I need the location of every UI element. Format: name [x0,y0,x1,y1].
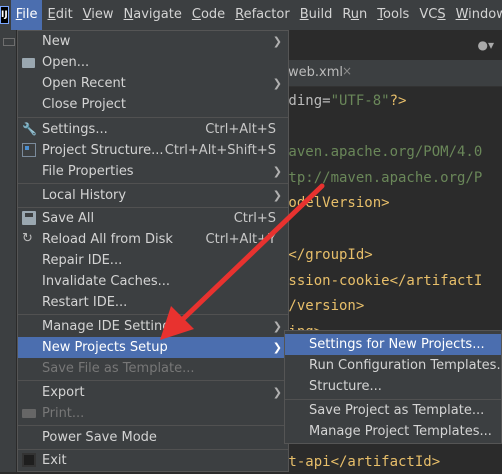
menu-separator [18,314,288,315]
app-logo-icon: IJ [0,6,9,24]
submenu-item-settings-new-projects[interactable]: Settings for New Projects... [285,334,501,355]
code-line: ttp://maven.apache.org/P [280,170,483,186]
menu-item-settings[interactable]: 🔧 Settings... Ctrl+Alt+S [18,119,288,140]
wrench-icon: 🔧 [22,122,37,136]
menu-item-new-projects-setup[interactable]: New Projects Setup ❯ [18,337,288,358]
menu-edit[interactable]: Edit [42,0,77,30]
chevron-right-icon: ❯ [272,341,282,354]
menu-code[interactable]: Code [187,0,230,30]
menu-item-repair-ide[interactable]: Repair IDE... [18,250,288,271]
menu-separator [18,380,288,381]
menu-separator [18,117,288,118]
menu-run[interactable]: Run [337,0,372,30]
panel-icon [3,38,15,46]
code-line: modelVersion> [280,195,390,211]
chevron-right-icon: ❯ [272,320,282,333]
user-icon[interactable]: ●▾ [478,38,495,52]
chevron-right-icon: ❯ [272,386,282,399]
left-tool-strip [0,30,17,472]
exit-icon [22,453,36,467]
menu-refactor[interactable]: Refactor [230,0,295,30]
menu-item-exit[interactable]: Exit [18,450,288,471]
code-line: r</groupId> [280,247,373,263]
menu-item-open[interactable]: Open... [18,52,288,73]
submenu-item-save-project-template[interactable]: Save Project as Template... [285,400,501,421]
editor-tab-bar: web.xml × [280,60,502,87]
menu-item-close-project[interactable]: Close Project [18,94,288,115]
menu-item-open-recent[interactable]: Open Recent ❯ [18,73,288,94]
chevron-right-icon: ❯ [272,77,282,90]
menu-item-new[interactable]: New ❯ [18,31,288,52]
menu-item-reload[interactable]: ↻ Reload All from Disk Ctrl+Alt+Y [18,229,288,250]
chevron-right-icon: ❯ [272,189,282,202]
menu-item-print[interactable]: Print... [18,403,288,424]
file-menu: New ❯ Open... Open Recent ❯ Close Project … [17,30,289,472]
print-icon [22,409,36,418]
menu-build[interactable]: Build [295,0,338,30]
menu-item-local-history[interactable]: Local History ❯ [18,185,288,206]
editor-tab-label[interactable]: web.xml [288,65,343,80]
menu-window[interactable]: Window [451,0,502,30]
menu-item-export[interactable]: Export ❯ [18,382,288,403]
menu-file[interactable]: File [10,0,43,30]
submenu-item-manage-project-templates[interactable]: Manage Project Templates... [285,421,501,442]
chevron-right-icon: ❯ [272,165,282,178]
menu-view[interactable]: View [78,0,119,30]
menu-item-invalidate-caches[interactable]: Invalidate Caches... [18,271,288,292]
save-icon [22,211,36,225]
menu-item-manage-ide-settings[interactable]: Manage IDE Settings ❯ [18,316,288,337]
chevron-right-icon: ❯ [272,35,282,48]
menu-item-save-as-template[interactable]: Save File as Template... [18,358,288,379]
code-line: oding="UTF-8"?> [280,93,407,109]
close-icon[interactable]: × [342,64,352,78]
menu-item-file-properties[interactable]: File Properties ❯ [18,161,288,182]
menu-tools[interactable]: Tools [372,0,414,30]
reload-icon: ↻ [22,231,33,246]
menu-separator [18,425,288,426]
folder-icon [22,58,35,68]
submenu-item-structure[interactable]: Structure... [285,376,501,397]
menu-bar: IJ File Edit View Navigate Code Refactor… [0,0,502,30]
menu-vcs[interactable]: VCS [414,0,450,30]
submenu-item-run-config-templates[interactable]: Run Configuration Templates... [285,355,502,376]
code-line: </version> [280,298,365,314]
menu-item-project-structure[interactable]: Project Structure... Ctrl+Alt+Shift+S [18,140,288,161]
code-line: et-api</artifactId> [280,454,441,470]
menu-item-power-save-mode[interactable]: Power Save Mode [18,427,288,448]
menu-separator [18,183,288,184]
project-structure-icon [22,143,36,157]
menu-item-save-all[interactable]: Save All Ctrl+S [18,208,288,229]
menu-navigate[interactable]: Navigate [119,0,187,30]
new-projects-setup-submenu: Settings for New Projects... Run Configu… [284,330,502,444]
menu-item-restart-ide[interactable]: Restart IDE... [18,292,288,313]
code-line: maven.apache.org/POM/4.0 [280,144,483,160]
code-line: ession-cookie</artifactI [280,273,483,289]
